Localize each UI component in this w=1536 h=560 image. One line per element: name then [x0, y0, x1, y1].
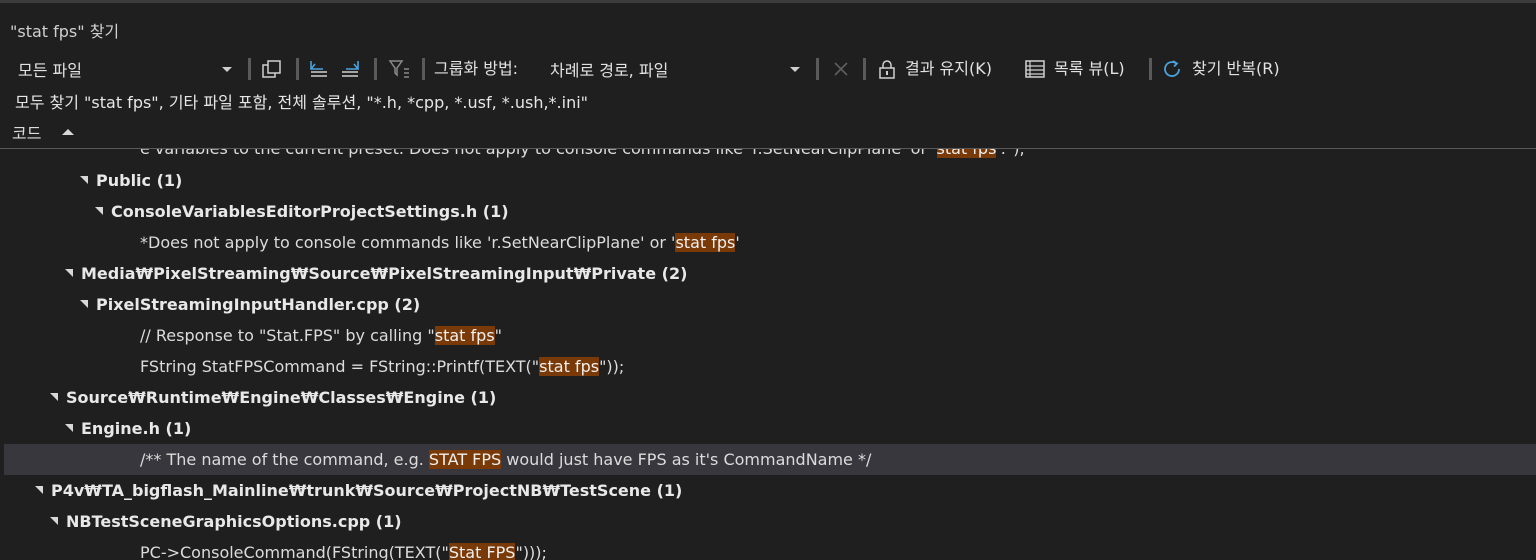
toolbar-separator — [422, 58, 425, 80]
match-highlight: Stat FPS — [448, 543, 516, 560]
expand-triangle-icon[interactable] — [35, 486, 43, 494]
match-highlight: stat fps — [936, 149, 997, 158]
match-highlight: stat fps — [434, 326, 495, 345]
sort-ascending-icon — [62, 129, 74, 135]
search-description: 모두 찾기 "stat fps", 기타 파일 포함, 전체 솔루션, "*.h… — [15, 93, 589, 112]
tree-file-row[interactable]: PixelStreamingInputHandler.cpp (2) — [4, 289, 1536, 320]
toolbar-separator — [816, 58, 819, 80]
tree-group-row[interactable]: Public (1) — [4, 165, 1536, 196]
match-highlight: stat fps — [539, 357, 600, 376]
match-highlight: stat fps — [675, 233, 736, 252]
toolbar: 모든 파일 그룹화 방법: 차례로 경로, 파일 결과 유지(K) 목록 뷰(L… — [0, 50, 1536, 88]
window-top-border — [0, 0, 1536, 3]
refresh-icon[interactable] — [1162, 59, 1184, 79]
column-header-code[interactable]: 코드 — [0, 120, 1536, 149]
group-by-label: 그룹화 방법: — [434, 59, 519, 78]
copy-icon[interactable] — [261, 59, 283, 79]
list-view-icon[interactable] — [1024, 59, 1046, 79]
tree-group-row[interactable]: Source₩Runtime₩Engine₩Classes₩Engine (1) — [4, 382, 1536, 413]
expand-triangle-icon[interactable] — [80, 176, 88, 184]
chevron-down-icon — [222, 67, 232, 72]
repeat-find-button[interactable]: 찾기 반복(R) — [1192, 57, 1280, 81]
keep-results-button[interactable]: 결과 유지(K) — [905, 57, 992, 81]
column-header-label: 코드 — [12, 124, 42, 143]
result-line[interactable]: e variables to the current preset. Does … — [4, 149, 1536, 164]
expand-triangle-icon[interactable] — [50, 393, 58, 401]
expand-triangle-icon[interactable] — [50, 517, 58, 525]
window-title: "stat fps" 찾기 — [10, 22, 120, 41]
expand-triangle-icon[interactable] — [65, 269, 73, 277]
scope-dropdown[interactable]: 모든 파일 — [18, 57, 238, 81]
scope-dropdown-value: 모든 파일 — [18, 61, 82, 80]
toolbar-separator — [296, 58, 299, 80]
result-line[interactable]: *Does not apply to console commands like… — [4, 227, 1536, 258]
tree-group-row[interactable]: P4v₩TA_bigflash_Mainline₩trunk₩Source₩Pr… — [4, 475, 1536, 506]
previous-result-icon[interactable] — [307, 59, 329, 79]
chevron-down-icon — [790, 67, 800, 72]
filter-icon[interactable] — [388, 59, 410, 79]
tree-file-row[interactable]: ConsoleVariablesEditorProjectSettings.h … — [4, 196, 1536, 227]
result-line[interactable]: // Response to "Stat.FPS" by calling "st… — [4, 320, 1536, 351]
expand-triangle-icon[interactable] — [95, 207, 103, 215]
tree-file-row[interactable]: NBTestSceneGraphicsOptions.cpp (1) — [4, 506, 1536, 537]
list-view-button[interactable]: 목록 뷰(L) — [1054, 57, 1125, 81]
result-line-selected[interactable]: /** The name of the command, e.g. STAT F… — [4, 444, 1536, 475]
toolbar-separator — [863, 58, 866, 80]
clear-icon[interactable] — [830, 59, 852, 79]
match-highlight: STAT FPS — [428, 450, 502, 469]
lock-icon[interactable] — [876, 59, 898, 79]
toolbar-separator — [1149, 58, 1152, 80]
group-by-dropdown[interactable]: 차례로 경로, 파일 — [550, 57, 806, 81]
toolbar-separator — [248, 58, 251, 80]
result-line[interactable]: PC->ConsoleCommand(FString(TEXT("Stat FP… — [4, 537, 1536, 560]
expand-triangle-icon[interactable] — [65, 424, 73, 432]
tree-file-row[interactable]: Engine.h (1) — [4, 413, 1536, 444]
next-result-icon[interactable] — [340, 59, 362, 79]
tree-group-row[interactable]: Media₩PixelStreaming₩Source₩PixelStreami… — [4, 258, 1536, 289]
toolbar-separator — [374, 58, 377, 80]
results-tree: e variables to the current preset. Does … — [0, 149, 1536, 560]
group-by-value: 차례로 경로, 파일 — [550, 61, 669, 80]
result-line[interactable]: FString StatFPSCommand = FString::Printf… — [4, 351, 1536, 382]
expand-triangle-icon[interactable] — [80, 300, 88, 308]
